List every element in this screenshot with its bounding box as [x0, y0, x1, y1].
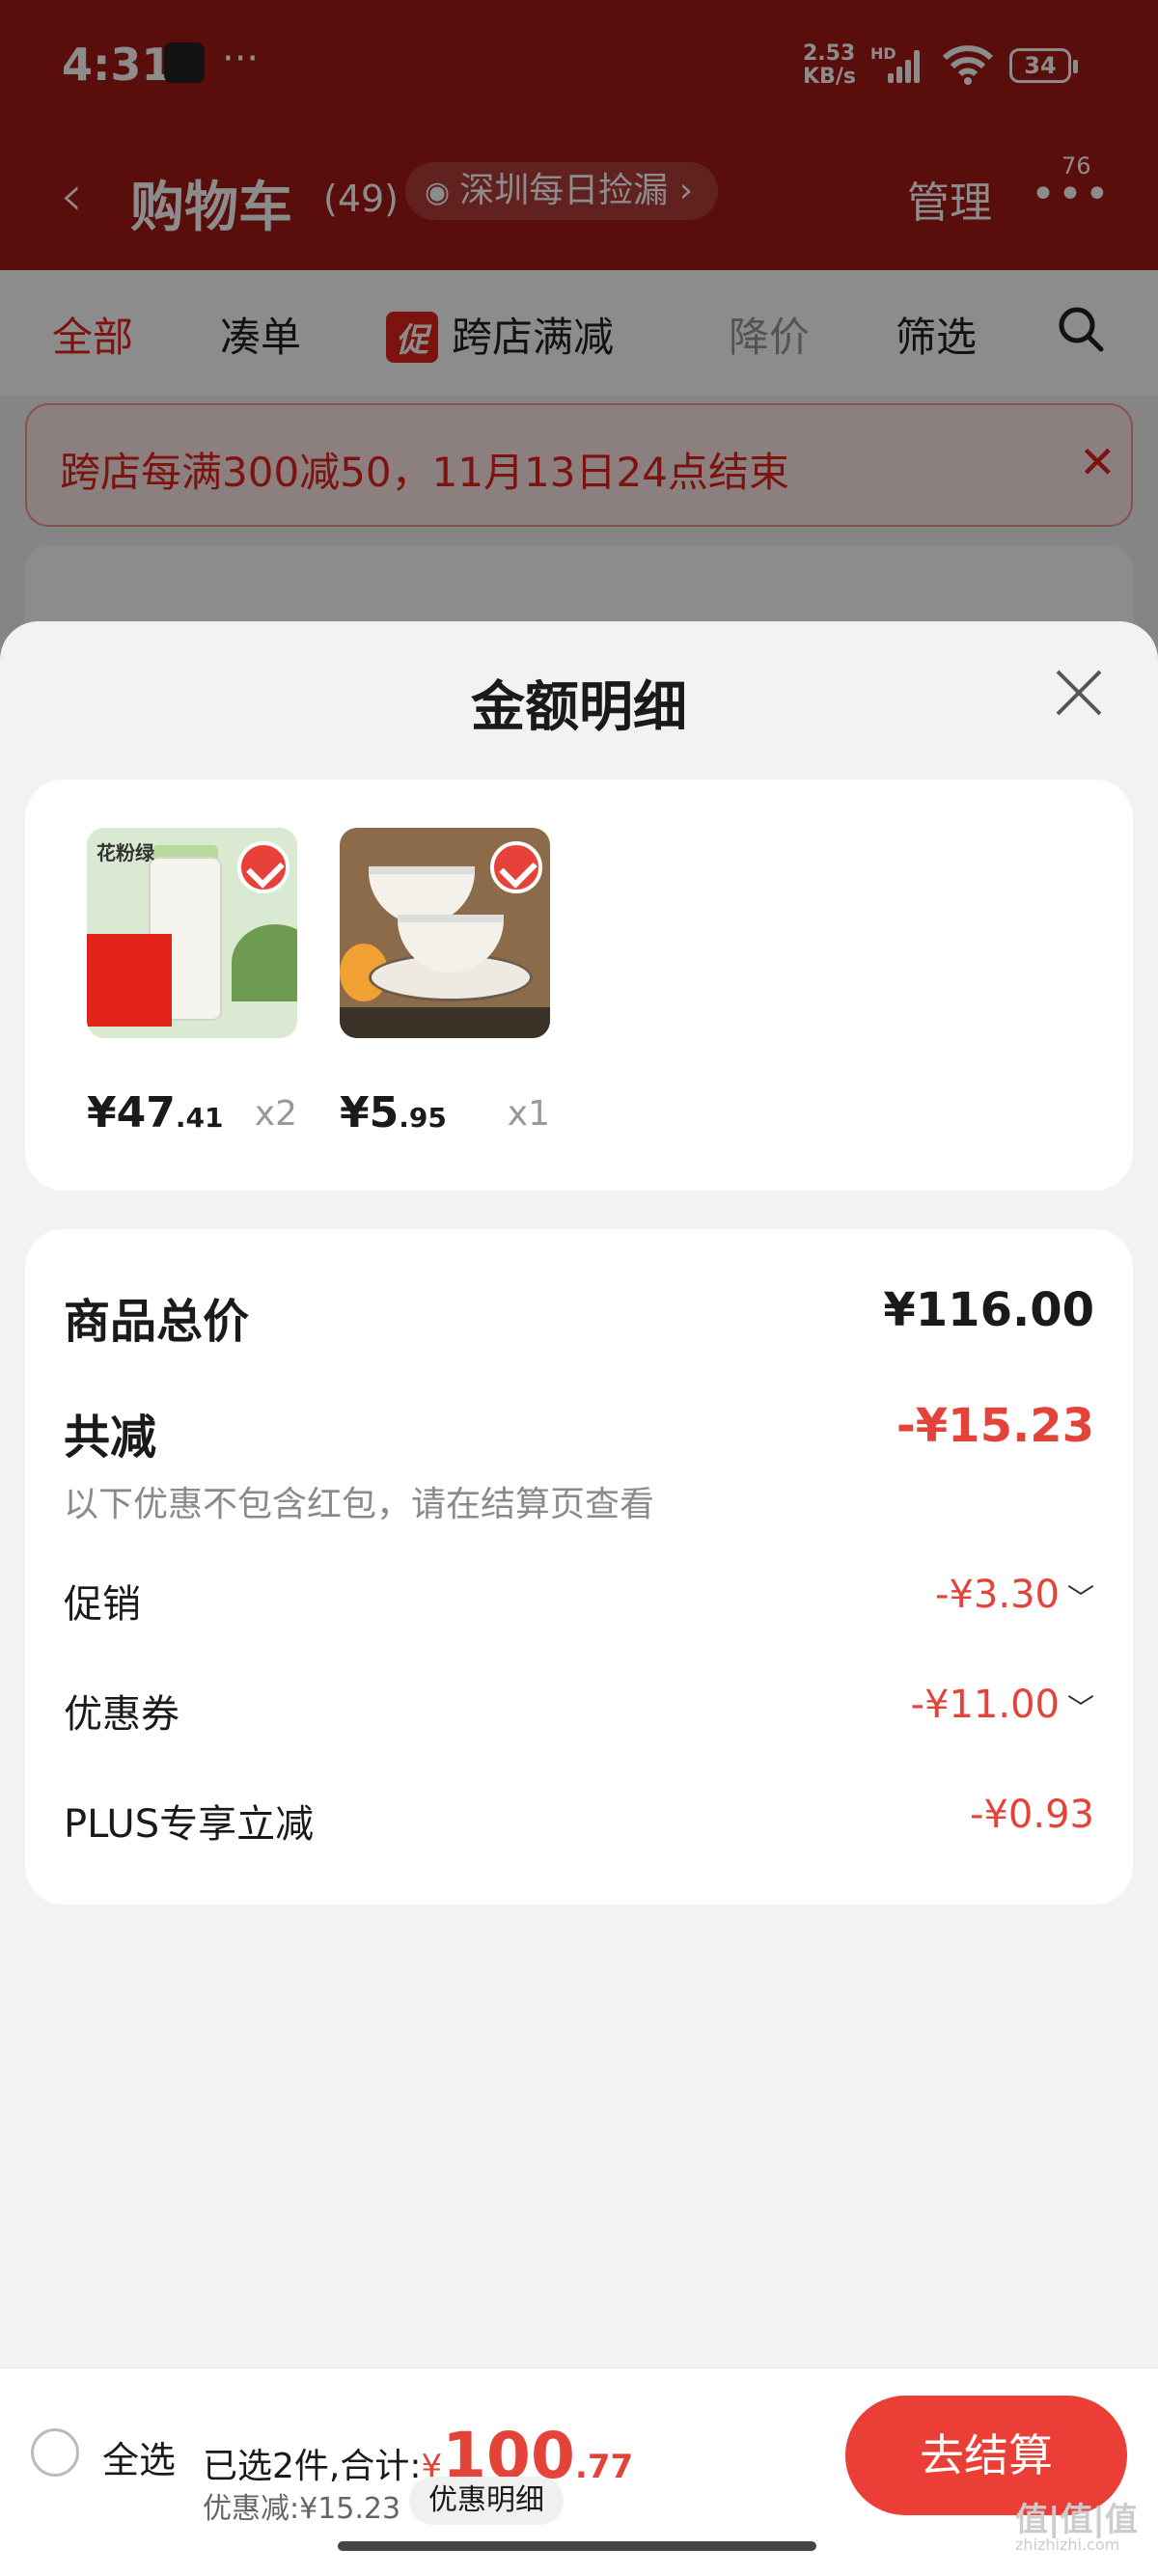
close-icon[interactable] [1048, 662, 1110, 724]
amount-detail-sheet: 金额明细 花粉绿 ¥47.41 x2 ¥5.95 x1 商品总价 ¥116.00… [0, 621, 1158, 2576]
promo-label: 促销 [64, 1582, 141, 1627]
promo-value: -¥3.30 ﹀ [935, 1573, 1094, 1617]
selected-products: 花粉绿 ¥47.41 x2 ¥5.95 x1 [25, 780, 1133, 1191]
product-item[interactable]: 花粉绿 ¥47.41 x2 [87, 828, 297, 1137]
reduce-label: 共减 [64, 1411, 157, 1465]
discount-note: 以下优惠不包含红包，请在结算页查看 [64, 1485, 655, 1524]
product-image-label: 花粉绿 [96, 841, 154, 864]
plus-label: PLUS专享立减 [64, 1802, 315, 1847]
product-item[interactable]: ¥5.95 x1 [340, 828, 550, 1137]
product-quantity: x2 [254, 1094, 297, 1134]
sheet-title: 金额明细 [471, 676, 687, 739]
total-label: 商品总价 [64, 1295, 250, 1349]
product-quantity: x1 [507, 1094, 550, 1134]
product-price: ¥5.95 [340, 1088, 447, 1137]
discount-amount: 优惠减:¥15.23 [203, 2492, 401, 2526]
discount-detail-button[interactable]: 优惠明细 [409, 2477, 564, 2525]
reduce-value: -¥15.23 [896, 1399, 1094, 1453]
product-price: ¥47.41 [87, 1088, 224, 1137]
home-indicator[interactable] [338, 2541, 816, 2551]
coupon-value: -¥11.00 ﹀ [910, 1683, 1094, 1727]
watermark-url: zhizhizhi.com [1015, 2535, 1120, 2554]
price-summary: 商品总价 ¥116.00 共减 -¥15.23 以下优惠不包含红包，请在结算页查… [25, 1229, 1133, 1905]
chevron-down-icon: ﹀ [1066, 1692, 1094, 1724]
total-value: ¥116.00 [883, 1283, 1094, 1337]
plus-value: -¥0.93 [970, 1793, 1094, 1837]
chevron-down-icon: ﹀ [1066, 1582, 1094, 1614]
select-all-radio[interactable] [31, 2428, 79, 2477]
checked-icon [490, 841, 542, 893]
checked-icon [237, 841, 290, 893]
product-image[interactable] [340, 828, 550, 1038]
product-image[interactable]: 花粉绿 [87, 828, 297, 1038]
select-all-label[interactable]: 全选 [102, 2430, 176, 2483]
coupon-label: 优惠券 [64, 1692, 179, 1737]
watermark: 值|值|值 [1015, 2501, 1138, 2539]
